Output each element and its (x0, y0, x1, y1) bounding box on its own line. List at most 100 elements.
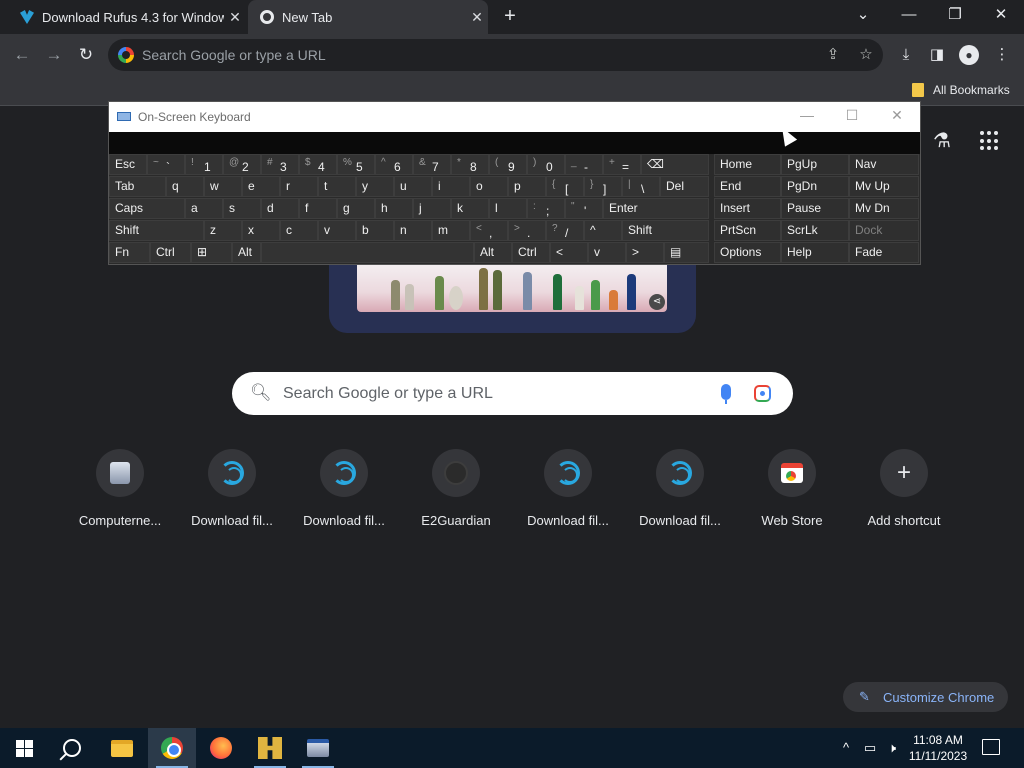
osk-key[interactable]: #3 (261, 154, 299, 175)
osk-key[interactable]: q (166, 176, 204, 197)
customize-chrome-button[interactable]: ✎ Customize Chrome (843, 682, 1008, 712)
osk-key[interactable]: :; (527, 198, 565, 219)
osk-key[interactable]: n (394, 220, 432, 241)
osk-key[interactable]: f (299, 198, 337, 219)
osk-nav-key[interactable]: Mv Dn (849, 198, 919, 219)
osk-key[interactable]: z (204, 220, 242, 241)
share-icon[interactable]: ⋖ (649, 294, 665, 310)
start-button[interactable] (0, 728, 48, 768)
osk-key[interactable]: Enter (603, 198, 709, 219)
osk-key[interactable]: v (588, 242, 626, 263)
osk-key[interactable]: s (223, 198, 261, 219)
osk-key[interactable]: _ - (565, 154, 603, 175)
new-tab-button[interactable]: + (498, 5, 522, 29)
app-taskbar-button[interactable] (246, 728, 294, 768)
side-panel-icon[interactable]: ◨ (925, 43, 949, 67)
osk-key[interactable]: h (375, 198, 413, 219)
osk-key[interactable]: u (394, 176, 432, 197)
osk-key[interactable]: Ctrl (512, 242, 550, 263)
osk-key[interactable]: l (489, 198, 527, 219)
profile-icon[interactable]: ● (959, 45, 979, 65)
osk-key[interactable]: Tab (109, 176, 166, 197)
download-icon[interactable]: ⤓ (894, 43, 918, 67)
osk-key[interactable]: d (261, 198, 299, 219)
osk-key[interactable]: $4 (299, 154, 337, 175)
chrome-taskbar-button[interactable] (148, 728, 196, 768)
osk-key[interactable]: <, (470, 220, 508, 241)
osk-key[interactable]: {[ (546, 176, 584, 197)
close-window-icon[interactable]: ✕ (978, 0, 1024, 30)
osk-key[interactable]: >. (508, 220, 546, 241)
osk-maximize-icon[interactable]: ☐ (837, 107, 867, 124)
osk-key[interactable]: k (451, 198, 489, 219)
osk-key[interactable]: i (432, 176, 470, 197)
menu-icon[interactable]: ⋮ (990, 43, 1014, 67)
osk-nav-key[interactable]: Home (714, 154, 781, 175)
osk-key[interactable]: Shift (109, 220, 204, 241)
osk-key[interactable]: > (626, 242, 664, 263)
osk-nav-key[interactable]: Help (781, 242, 849, 263)
taskbar-search-button[interactable] (48, 728, 96, 768)
osk-key[interactable]: ⌫ (641, 154, 709, 175)
restore-icon[interactable]: ❐ (932, 0, 978, 30)
osk-key[interactable]: y (356, 176, 394, 197)
osk-key[interactable]: x (242, 220, 280, 241)
osk-key[interactable]: a (185, 198, 223, 219)
osk-key[interactable]: b (356, 220, 394, 241)
system-clock[interactable]: 11:08 AM 11/11/2023 (902, 732, 974, 764)
google-lens-icon[interactable] (754, 385, 771, 402)
all-bookmarks-button[interactable]: All Bookmarks (933, 83, 1010, 97)
osk-nav-key[interactable]: ScrLk (781, 220, 849, 241)
osk-key[interactable]: r (280, 176, 318, 197)
osk-nav-key[interactable]: Fade (849, 242, 919, 263)
osk-key[interactable]: j (413, 198, 451, 219)
shortcut-tile[interactable]: Download fil... (512, 449, 624, 528)
reload-icon[interactable]: ↻ (74, 43, 98, 67)
osk-key[interactable]: ! 1 (185, 154, 223, 175)
osk-key[interactable]: ~ ` (147, 154, 185, 175)
osk-title-bar[interactable]: On-Screen Keyboard — ☐ ✕ (109, 102, 920, 132)
osk-minimize-icon[interactable]: — (792, 107, 822, 123)
osk-key[interactable]: ⊞ (191, 242, 232, 263)
osk-key[interactable]: ? / (546, 220, 584, 241)
osk-key[interactable]: g (337, 198, 375, 219)
osk-nav-key[interactable]: PgDn (781, 176, 849, 197)
file-explorer-button[interactable] (98, 728, 146, 768)
tab-new-tab[interactable]: New Tab ✕ (248, 0, 488, 34)
tray-chevron-icon[interactable]: ^ (838, 728, 854, 768)
osk-close-icon[interactable]: ✕ (882, 107, 912, 124)
forward-icon[interactable]: → (42, 43, 66, 67)
osk-key[interactable]: Alt (232, 242, 261, 263)
bookmark-star-icon[interactable]: ☆ (856, 45, 876, 65)
firefox-taskbar-button[interactable] (197, 728, 245, 768)
osk-key[interactable]: ) 0 (527, 154, 565, 175)
shortcut-tile[interactable]: Computerne... (64, 449, 176, 528)
share-icon[interactable]: ⇪ (823, 45, 843, 65)
osk-key[interactable]: | \ (622, 176, 660, 197)
osk-key[interactable]: t (318, 176, 356, 197)
osk-key[interactable]: Shift (622, 220, 709, 241)
osk-key[interactable]: Alt (474, 242, 512, 263)
osk-key[interactable]: o (470, 176, 508, 197)
osk-nav-key[interactable]: Insert (714, 198, 781, 219)
notification-icon[interactable] (982, 739, 1000, 755)
shortcut-tile[interactable]: Download fil... (176, 449, 288, 528)
volume-muted-icon[interactable]: 🕨︎ (882, 728, 902, 768)
osk-key[interactable]: }] (584, 176, 622, 197)
shortcut-tile[interactable]: Download fil... (288, 449, 400, 528)
back-icon[interactable]: ← (10, 43, 34, 67)
osk-key[interactable]: ^ 6 (375, 154, 413, 175)
osk-nav-key[interactable]: Pause (781, 198, 849, 219)
osk-nav-key[interactable]: Options (714, 242, 781, 263)
osk-key[interactable]: c (280, 220, 318, 241)
osk-key[interactable]: Ctrl (150, 242, 191, 263)
osk-key[interactable]: w (204, 176, 242, 197)
close-tab-icon[interactable]: ✕ (466, 9, 488, 26)
osk-key[interactable]: * 8 (451, 154, 489, 175)
voice-search-icon[interactable] (721, 384, 731, 404)
shortcut-tile[interactable]: E2Guardian (400, 449, 512, 528)
shortcut-tile[interactable]: Download fil... (624, 449, 736, 528)
osk-key[interactable]: Fn (109, 242, 150, 263)
osk-key[interactable]: ▤ (664, 242, 709, 263)
osk-nav-key[interactable]: PrtScn (714, 220, 781, 241)
